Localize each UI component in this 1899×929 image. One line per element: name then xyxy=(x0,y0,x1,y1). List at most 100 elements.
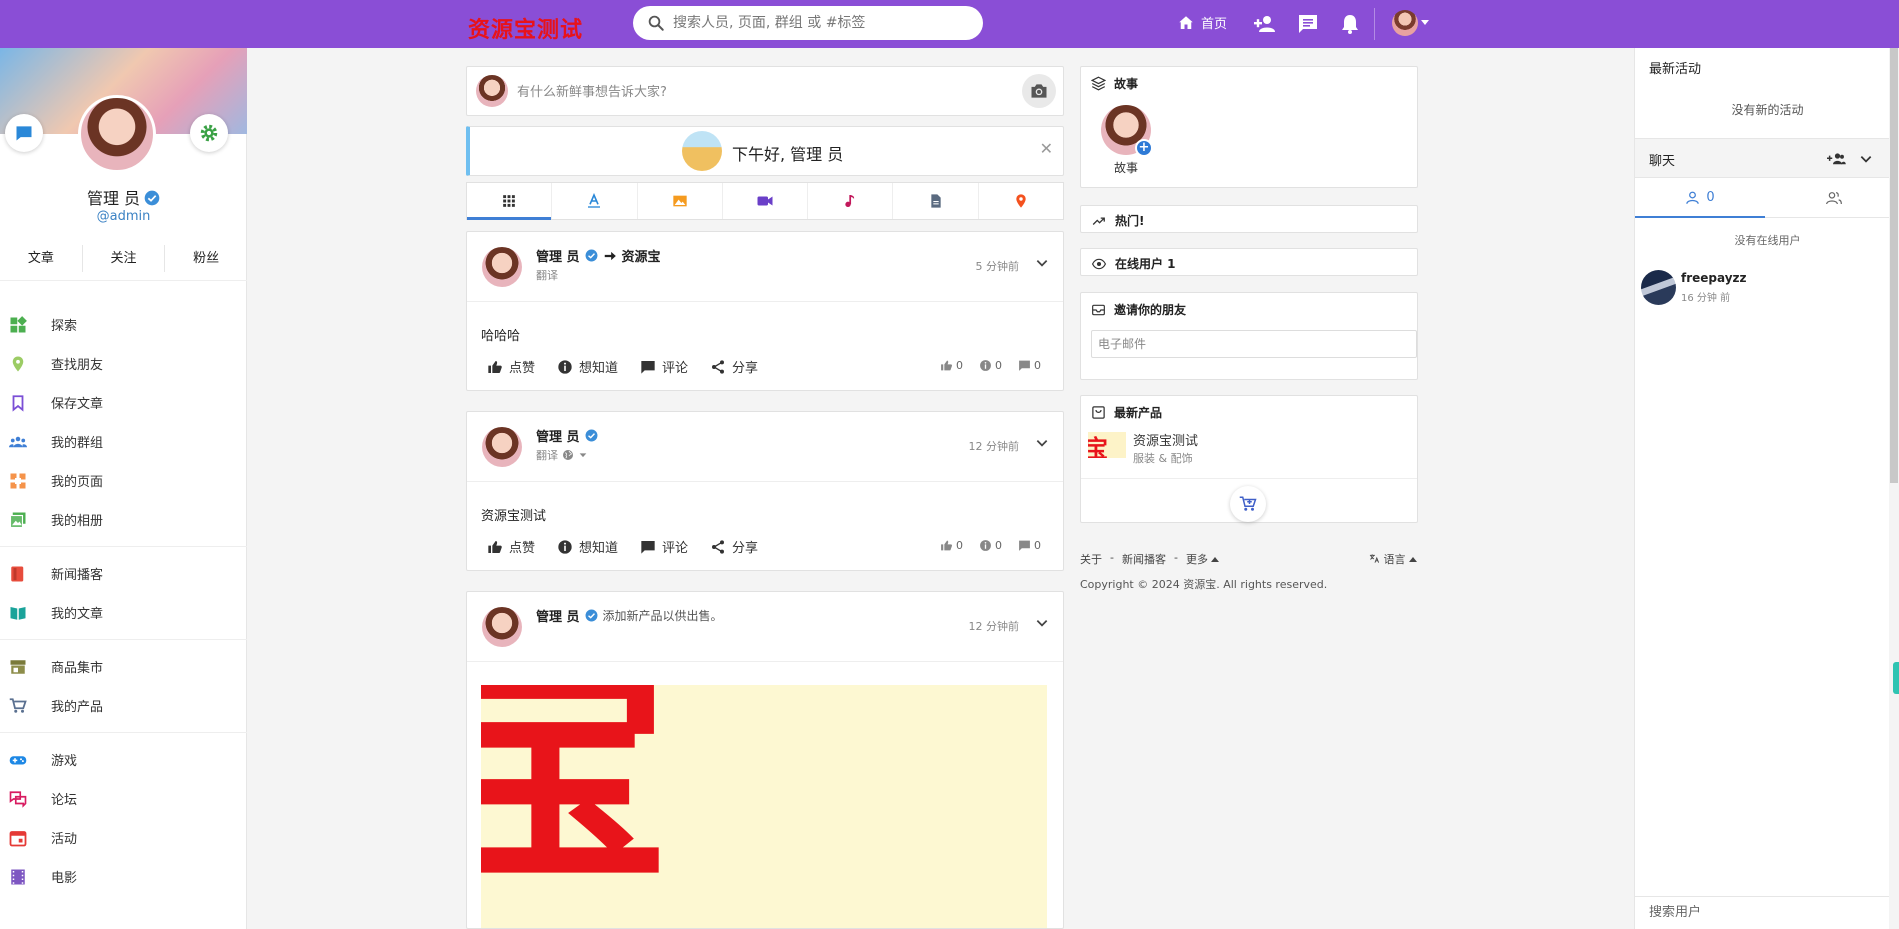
like-button[interactable]: 点赞 xyxy=(487,537,535,556)
user-avatar[interactable] xyxy=(1641,270,1676,305)
layers-icon xyxy=(1091,76,1106,91)
tab-videos[interactable] xyxy=(723,183,809,219)
stat-following[interactable]: 关注 xyxy=(81,245,165,272)
composer-placeholder[interactable]: 有什么新鲜事想告诉大家? xyxy=(517,81,667,100)
user-search-input[interactable] xyxy=(1649,905,1889,920)
post-author-name[interactable]: 管理 员 xyxy=(536,426,580,445)
wonder-count[interactable]: 0 xyxy=(979,359,1002,372)
language-selector[interactable]: 语言 xyxy=(1369,551,1417,567)
product-name[interactable]: 资源宝测试 xyxy=(1133,430,1198,449)
stat-followers[interactable]: 粉丝 xyxy=(164,245,247,272)
trending-widget[interactable]: 热门! xyxy=(1080,205,1418,233)
home-link[interactable]: 首页 xyxy=(1177,13,1227,32)
user-menu-avatar[interactable] xyxy=(1392,10,1418,36)
comment-count[interactable]: 0 xyxy=(1018,539,1041,552)
comment-count[interactable]: 0 xyxy=(1018,359,1041,372)
chevron-down-icon[interactable] xyxy=(1035,256,1049,270)
chat-user-name[interactable]: freepayzz xyxy=(1681,271,1747,285)
search-input[interactable] xyxy=(673,13,973,33)
chevron-down-icon[interactable] xyxy=(1035,616,1049,630)
tab-music[interactable] xyxy=(808,183,894,219)
close-icon[interactable]: ✕ xyxy=(1040,139,1053,158)
sidebar-item-my-articles[interactable]: 我的文章 xyxy=(0,593,247,632)
wonder-button[interactable]: 想知道 xyxy=(557,537,618,556)
sidebar-item-explore[interactable]: 探索 xyxy=(0,305,247,344)
like-count[interactable]: 0 xyxy=(940,539,963,552)
tab-photos[interactable] xyxy=(638,183,723,219)
scrollbar-thumb[interactable] xyxy=(1890,48,1898,483)
share-button[interactable]: 分享 xyxy=(710,357,758,376)
comment-icon xyxy=(641,360,655,374)
tab-files[interactable] xyxy=(893,183,979,219)
sidebar-item-games[interactable]: 游戏 xyxy=(0,740,247,779)
like-button[interactable]: 点赞 xyxy=(487,357,535,376)
sidebar-item-saved[interactable]: 保存文章 xyxy=(0,383,247,422)
product-thumbnail[interactable]: 宝 xyxy=(1088,432,1126,458)
caret-down-icon[interactable] xyxy=(578,450,588,460)
sidebar-item-find-friends[interactable]: 查找朋友 xyxy=(0,344,247,383)
composer-avatar xyxy=(476,75,508,107)
wonder-button[interactable]: 想知道 xyxy=(557,357,618,376)
globe-icon[interactable] xyxy=(562,449,574,461)
post-timestamp[interactable]: 5 分钟前 xyxy=(976,258,1020,274)
add-story-icon[interactable]: + xyxy=(1135,139,1153,157)
profile-handle[interactable]: @admin xyxy=(0,209,247,224)
email-field[interactable] xyxy=(1091,330,1417,358)
sidebar-item-groups[interactable]: 我的群组 xyxy=(0,422,247,461)
footer-more-link[interactable]: 更多 xyxy=(1186,551,1219,567)
product-image[interactable]: 宝 xyxy=(481,685,1047,928)
post-author-name[interactable]: 管理 员 xyxy=(536,606,580,625)
post-timestamp[interactable]: 12 分钟前 xyxy=(969,618,1020,634)
chevron-down-icon[interactable] xyxy=(1035,436,1049,450)
stat-posts[interactable]: 文章 xyxy=(0,237,82,280)
add-friend-icon[interactable] xyxy=(1253,12,1277,36)
post-composer[interactable]: 有什么新鲜事想告诉大家? xyxy=(466,66,1064,116)
post-author-name[interactable]: 管理 员 xyxy=(536,246,580,265)
sidebar-item-my-products[interactable]: 我的产品 xyxy=(0,686,247,725)
footer-about-link[interactable]: 关于 xyxy=(1080,551,1102,567)
view-market-button[interactable] xyxy=(1230,486,1266,522)
sidebar-item-pages[interactable]: 我的页面 xyxy=(0,461,247,500)
tab-all[interactable] xyxy=(467,183,553,220)
sidebar-item-forum[interactable]: 论坛 xyxy=(0,779,247,818)
post-target-name[interactable]: 资源宝 xyxy=(622,246,661,265)
messages-icon[interactable] xyxy=(1296,12,1320,36)
post-timestamp[interactable]: 12 分钟前 xyxy=(969,438,1020,454)
sidebar-item-albums[interactable]: 我的相册 xyxy=(0,500,247,539)
sidebar-item-news[interactable]: 新闻播客 xyxy=(0,554,247,593)
chat-header[interactable]: 聊天 xyxy=(1635,138,1899,178)
profile-avatar[interactable] xyxy=(78,95,156,173)
chat-button[interactable] xyxy=(5,114,43,152)
share-button[interactable]: 分享 xyxy=(710,537,758,556)
sidebar-item-events[interactable]: 活动 xyxy=(0,818,247,857)
comment-button[interactable]: 评论 xyxy=(640,357,688,376)
tab-location[interactable] xyxy=(979,183,1063,219)
footer-news-link[interactable]: 新闻播客 xyxy=(1122,551,1166,567)
post-author-avatar[interactable] xyxy=(482,607,522,647)
notifications-bell-icon[interactable] xyxy=(1338,12,1362,36)
tab-online-users[interactable]: 0 xyxy=(1635,178,1765,218)
floating-side-tab[interactable] xyxy=(1893,662,1899,694)
site-logo[interactable]: 资源宝测试 xyxy=(468,12,583,44)
settings-button[interactable] xyxy=(190,114,228,152)
post-translate[interactable]: 翻译 xyxy=(536,267,558,283)
comment-button[interactable]: 评论 xyxy=(640,537,688,556)
online-users-widget[interactable]: 在线用户 1 xyxy=(1080,248,1418,276)
post-author-avatar[interactable] xyxy=(482,427,522,467)
tab-all-users[interactable] xyxy=(1767,178,1899,218)
tab-text[interactable] xyxy=(552,183,638,219)
translate-link[interactable]: 翻译 xyxy=(536,447,558,463)
translate-link[interactable]: 翻译 xyxy=(536,267,558,283)
add-group-icon[interactable] xyxy=(1825,150,1847,168)
profile-name[interactable]: 管理 员 xyxy=(0,185,247,209)
chevron-down-icon[interactable] xyxy=(1421,20,1429,25)
search-box[interactable] xyxy=(633,6,983,40)
like-count[interactable]: 0 xyxy=(940,359,963,372)
camera-button[interactable] xyxy=(1022,74,1056,108)
sidebar-item-market[interactable]: 商品集市 xyxy=(0,647,247,686)
post-author-avatar[interactable] xyxy=(482,247,522,287)
chevron-down-icon[interactable] xyxy=(1859,152,1873,166)
sidebar-item-movies[interactable]: 电影 xyxy=(0,857,247,896)
wonder-count[interactable]: 0 xyxy=(979,539,1002,552)
page-scrollbar[interactable] xyxy=(1889,48,1899,929)
